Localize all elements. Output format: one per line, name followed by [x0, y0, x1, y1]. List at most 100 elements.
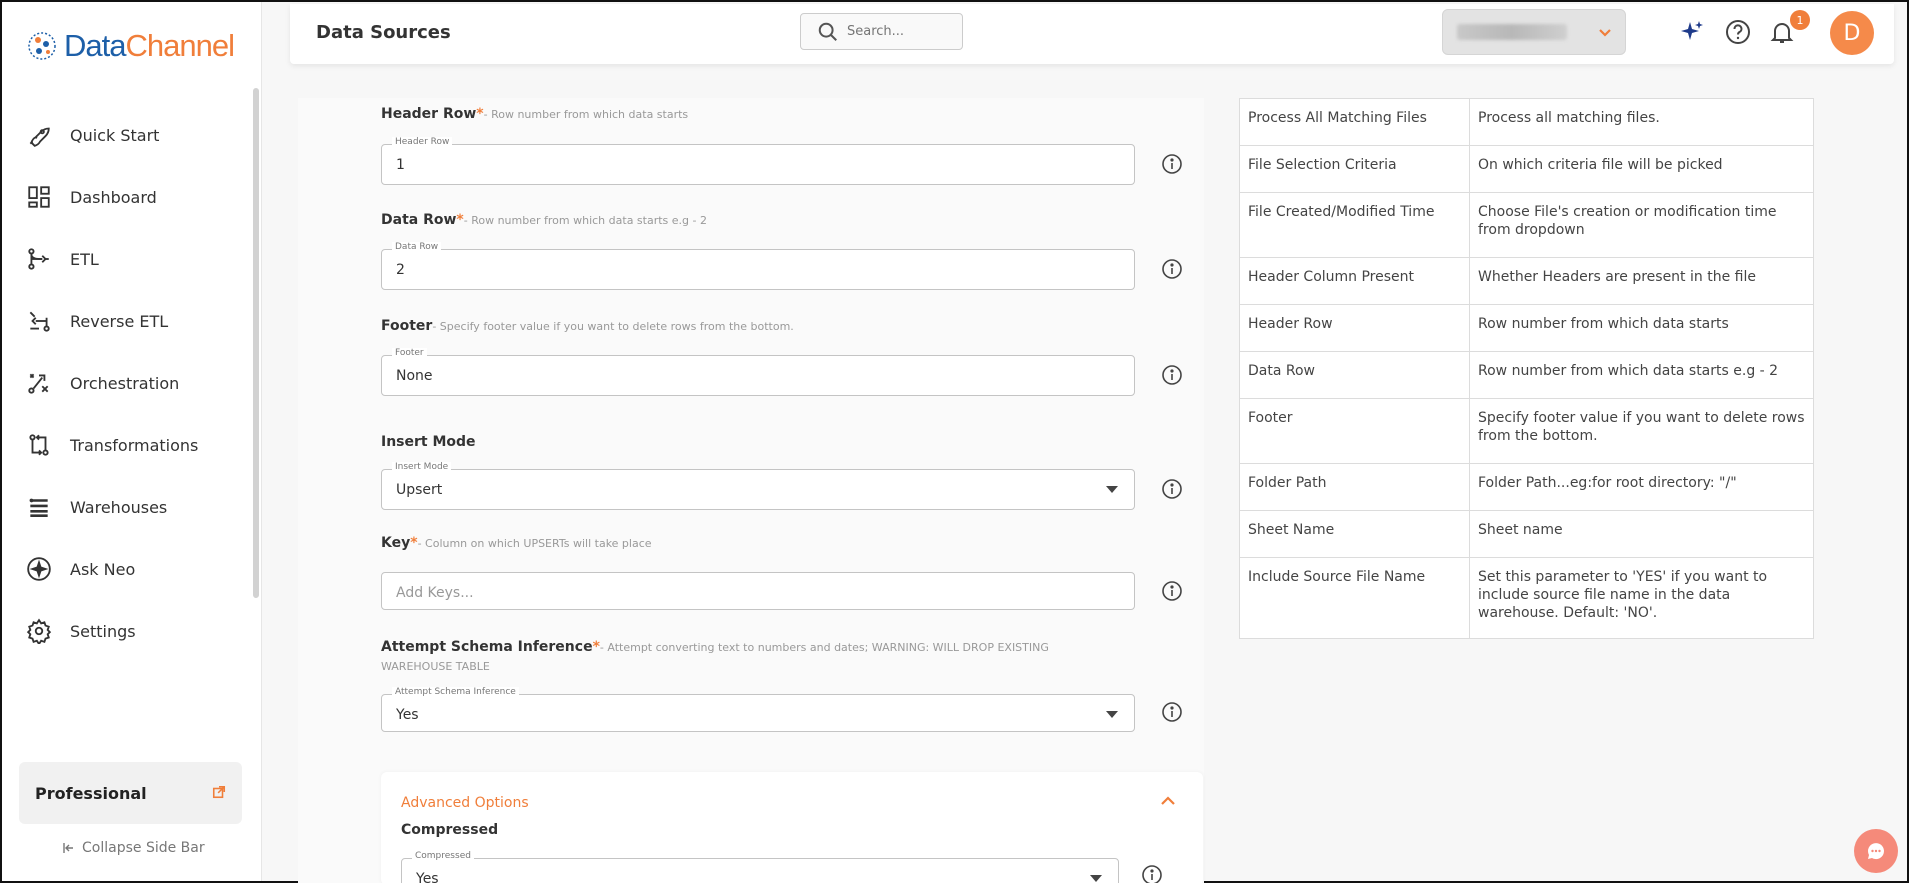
param-desc: Process all matching files. [1469, 98, 1814, 146]
param-name: Sheet Name [1239, 510, 1470, 558]
sidebar-item-orchestration[interactable]: Orchestration [26, 352, 246, 414]
key-desc: - Column on which UPSERTs will take plac… [417, 537, 652, 550]
sidebar-nav: Quick Start Dashboard ETL Reverse ETL Or… [26, 104, 246, 662]
workspace-name-blurred [1457, 24, 1567, 40]
header-row-label-text: Header Row [381, 106, 477, 122]
orchestration-icon [28, 373, 49, 394]
search-box[interactable] [800, 13, 963, 50]
compressed-value: Yes [416, 871, 439, 883]
info-icon[interactable] [1161, 153, 1183, 175]
sidebar-scrollbar[interactable] [253, 88, 261, 633]
sidebar-item-label: Quick Start [70, 125, 160, 145]
info-icon[interactable] [1161, 580, 1183, 602]
notification-badge: 1 [1790, 10, 1810, 30]
header-row-input[interactable]: Header Row 1 [381, 137, 1135, 185]
header-row-desc: - Row number from which data starts [483, 108, 689, 121]
search-input[interactable] [847, 24, 947, 39]
plan-name: Professional [35, 783, 147, 803]
table-row: File Selection Criteria On which criteria… [1239, 145, 1814, 193]
footer-label: Footer- Specify footer value if you want… [381, 318, 794, 334]
footer-desc: - Specify footer value if you want to de… [432, 320, 794, 333]
sparkle-icon [27, 557, 51, 581]
data-row-input[interactable]: Data Row 2 [381, 242, 1135, 290]
key-label: Key*- Column on which UPSERTs will take … [381, 535, 652, 551]
schema-inference-label: Attempt Schema Inference*- Attempt conve… [381, 638, 1101, 676]
data-row-label-text: Data Row [381, 212, 457, 228]
table-row: Include Source File Name Set this paramet… [1239, 557, 1814, 639]
param-name: File Selection Criteria [1239, 145, 1470, 193]
required-marker: * [476, 106, 484, 122]
sidebar-item-reverse-etl[interactable]: Reverse ETL [26, 290, 246, 352]
sidebar-item-warehouses[interactable]: Warehouses [26, 476, 246, 538]
info-icon[interactable] [1141, 864, 1163, 883]
sidebar-scrollbar-thumb[interactable] [253, 88, 259, 598]
info-icon[interactable] [1161, 258, 1183, 280]
param-desc: Specify footer value if you want to dele… [1469, 398, 1814, 464]
dashboard-icon [28, 186, 50, 208]
param-name: Data Row [1239, 351, 1470, 399]
insert-mode-floating-label: Insert Mode [392, 462, 452, 472]
logo[interactable]: DataChannel [26, 28, 235, 64]
required-marker: * [592, 639, 600, 655]
help-icon[interactable] [1724, 18, 1752, 46]
table-row: File Created/Modified Time Choose File's … [1239, 192, 1814, 258]
table-row: Header Column Present Whether Headers are… [1239, 257, 1814, 305]
info-icon[interactable] [1161, 364, 1183, 386]
logo-globe-icon [28, 32, 56, 60]
advanced-options-panel: Advanced Options Compressed Compressed Y… [381, 772, 1203, 883]
sidebar-item-dashboard[interactable]: Dashboard [26, 166, 246, 228]
param-name: Include Source File Name [1239, 557, 1470, 639]
param-name: Header Column Present [1239, 257, 1470, 305]
insert-mode-select[interactable]: Insert Mode Upsert [381, 462, 1135, 510]
info-icon[interactable] [1161, 478, 1183, 500]
dropdown-caret-icon [1106, 711, 1118, 718]
param-desc: Sheet name [1469, 510, 1814, 558]
sidebar-item-transformations[interactable]: Transformations [26, 414, 246, 476]
header-row-value: 1 [396, 157, 405, 173]
external-link-icon[interactable] [212, 784, 226, 803]
schema-inference-label-text: Attempt Schema Inference [381, 639, 593, 655]
compressed-floating-label: Compressed [412, 851, 474, 861]
param-name: Process All Matching Files [1239, 98, 1470, 146]
data-row-floating-label: Data Row [392, 242, 442, 252]
key-input[interactable]: Add Keys... [381, 572, 1135, 610]
param-name: Footer [1239, 398, 1470, 464]
page-title: Data Sources [316, 22, 451, 43]
required-marker: * [410, 535, 418, 551]
sidebar-item-settings[interactable]: Settings [26, 600, 246, 662]
warehouses-icon [29, 498, 48, 517]
table-row: Footer Specify footer value if you want t… [1239, 398, 1814, 464]
rocket-icon [29, 127, 50, 147]
info-icon[interactable] [1161, 701, 1183, 723]
param-desc: On which criteria file will be picked [1469, 145, 1814, 193]
sidebar-item-label: ETL [70, 249, 99, 269]
header-row-floating-label: Header Row [392, 137, 453, 147]
footer-floating-label: Footer [392, 348, 427, 358]
plan-card[interactable]: Professional [19, 762, 242, 824]
compressed-select[interactable]: Compressed Yes [401, 851, 1119, 883]
schema-inference-desc: - Attempt converting text to numbers and… [599, 641, 1049, 654]
sidebar-item-quick-start[interactable]: Quick Start [26, 104, 246, 166]
sidebar-item-etl[interactable]: ETL [26, 228, 246, 290]
data-row-desc: - Row number from which data starts e.g … [463, 214, 707, 227]
sidebar-item-label: Transformations [70, 435, 199, 455]
chat-support-button[interactable] [1854, 829, 1898, 873]
workspace-selector[interactable] [1442, 9, 1626, 55]
avatar[interactable]: D [1830, 11, 1874, 55]
top-header: Data Sources 1 D [290, 4, 1894, 64]
sidebar-item-label: Ask Neo [70, 559, 136, 579]
sidebar-item-ask-neo[interactable]: Ask Neo [26, 538, 246, 600]
chevron-up-icon[interactable] [1159, 792, 1177, 814]
schema-inference-select[interactable]: Attempt Schema Inference Yes [381, 687, 1135, 732]
collapse-sidebar-button[interactable]: Collapse Side Bar [62, 840, 205, 856]
ai-sparkle-icon[interactable] [1678, 18, 1706, 46]
reverse-etl-icon [29, 311, 50, 332]
advanced-options-toggle[interactable]: Advanced Options [401, 795, 529, 811]
param-desc: Set this parameter to 'YES' if you want … [1469, 557, 1814, 639]
etl-icon [28, 248, 49, 270]
chat-icon [1867, 843, 1884, 860]
param-desc: Choose File's creation or modification t… [1469, 192, 1814, 258]
footer-input[interactable]: Footer None [381, 348, 1135, 396]
data-row-label: Data Row*- Row number from which data st… [381, 212, 707, 228]
collapse-sidebar-label: Collapse Side Bar [82, 840, 205, 856]
